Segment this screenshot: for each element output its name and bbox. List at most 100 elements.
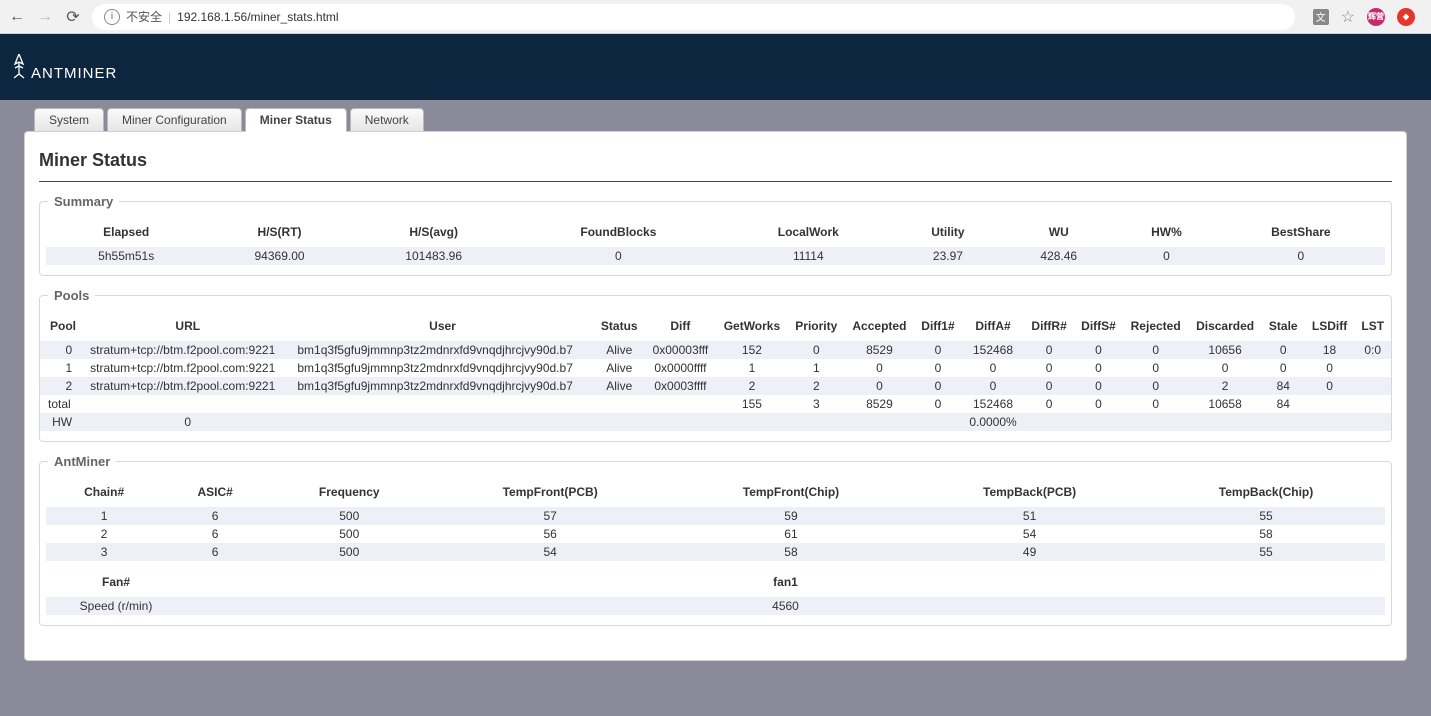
cell-hsrt: 94369.00 xyxy=(206,245,352,265)
cell-lsdiff: 0 xyxy=(1305,359,1355,377)
col-diffA: DiffA# xyxy=(962,315,1024,339)
col-diff1: Diff1# xyxy=(914,315,962,339)
col-accepted: Accepted xyxy=(845,315,914,339)
cell-priority: 1 xyxy=(788,359,845,377)
cell-freq: 500 xyxy=(268,505,430,525)
url-text: 192.168.1.56/miner_stats.html xyxy=(177,10,338,24)
table-row: 2stratum+tcp://btm.f2pool.com:9221bm1q3f… xyxy=(40,377,1391,395)
cell-rejected: 0 xyxy=(1123,339,1188,359)
cell-chain: 1 xyxy=(46,505,162,525)
cell-stale: 0 xyxy=(1262,339,1305,359)
antminer-fans-table: Fan# fan1 Speed (r/min) 4560 xyxy=(46,571,1385,615)
cell xyxy=(788,413,845,431)
cell-tfchip: 61 xyxy=(670,525,912,543)
table-header-row: Elapsed H/S(RT) H/S(avg) FoundBlocks Loc… xyxy=(46,221,1385,245)
cell-found: 0 xyxy=(515,245,722,265)
cell-freq: 500 xyxy=(268,525,430,543)
cell: HW xyxy=(40,413,84,431)
translate-icon[interactable]: 文 xyxy=(1313,9,1329,25)
col-user: User xyxy=(291,315,593,339)
cell-discarded: 2 xyxy=(1188,377,1262,395)
col-status: Status xyxy=(594,315,645,339)
tab-system[interactable]: System xyxy=(34,108,104,132)
cell xyxy=(1354,413,1391,431)
col-tbchip: TempBack(Chip) xyxy=(1147,481,1385,505)
table-header-row: Pool URL User Status Diff GetWorks Prior… xyxy=(40,315,1391,339)
col-lst: LST xyxy=(1354,315,1391,339)
cell-pool: 0 xyxy=(40,339,84,359)
cell-diff1: 0 xyxy=(914,359,962,377)
cell-stale: 0 xyxy=(1262,359,1305,377)
cell-diffA: 0 xyxy=(962,377,1024,395)
tab-miner-status[interactable]: Miner Status xyxy=(245,108,347,132)
cell xyxy=(1305,413,1355,431)
cell xyxy=(716,413,788,431)
col-hsrt: H/S(RT) xyxy=(206,221,352,245)
cell-diffR: 0 xyxy=(1024,339,1074,359)
table-header-row: Fan# fan1 xyxy=(46,571,1385,595)
cell: 0 xyxy=(1024,395,1074,413)
cell-diff: 0x00003fff xyxy=(645,339,716,359)
cell-url: stratum+tcp://btm.f2pool.com:9221 xyxy=(84,359,291,377)
table-row-hw: HW00.0000% xyxy=(40,413,1391,431)
pools-table: Pool URL User Status Diff GetWorks Prior… xyxy=(40,315,1391,431)
cell xyxy=(84,395,291,413)
cell-accepted: 0 xyxy=(845,377,914,395)
cell-asic: 6 xyxy=(162,543,268,561)
col-diff: Diff xyxy=(645,315,716,339)
cell-diffR: 0 xyxy=(1024,377,1074,395)
cell xyxy=(1262,413,1305,431)
tab-row: System Miner Configuration Miner Status … xyxy=(34,108,1431,132)
col-diffR: DiffR# xyxy=(1024,315,1074,339)
col-localwork: LocalWork xyxy=(722,221,894,245)
logo-text: ANTMINER xyxy=(31,65,117,82)
profile-avatar[interactable]: 辉营 xyxy=(1367,8,1385,26)
forward-button[interactable]: → xyxy=(36,8,54,26)
tab-miner-configuration[interactable]: Miner Configuration xyxy=(107,108,242,132)
col-fan: Fan# xyxy=(46,571,186,595)
cell xyxy=(914,413,962,431)
cell-discarded: 10656 xyxy=(1188,339,1262,359)
table-row: 1650057595155 xyxy=(46,505,1385,525)
col-url: URL xyxy=(84,315,291,339)
cell-diffA: 0 xyxy=(962,359,1024,377)
cell-accepted: 8529 xyxy=(845,339,914,359)
insecure-label: 不安全 xyxy=(126,8,162,25)
cell: total xyxy=(40,395,84,413)
address-bar[interactable]: i 不安全 | 192.168.1.56/miner_stats.html xyxy=(92,4,1295,30)
cell xyxy=(1354,395,1391,413)
cell-chain: 3 xyxy=(46,543,162,561)
cell xyxy=(1024,413,1074,431)
col-tbpcb: TempBack(PCB) xyxy=(912,481,1147,505)
cell-status: Alive xyxy=(594,377,645,395)
cell-wu: 428.46 xyxy=(1001,245,1116,265)
cell-elapsed: 5h55m51s xyxy=(46,245,206,265)
cell-utility: 23.97 xyxy=(894,245,1001,265)
col-pool: Pool xyxy=(40,315,84,339)
cell-rejected: 0 xyxy=(1123,377,1188,395)
reload-button[interactable]: ⟳ xyxy=(64,8,82,26)
extension-badge-icon[interactable]: ◆ xyxy=(1397,8,1415,26)
bookmark-star-icon[interactable]: ☆ xyxy=(1341,7,1355,27)
table-row: Speed (r/min) 4560 xyxy=(46,595,1385,615)
cell-freq: 500 xyxy=(268,543,430,561)
cell-tfchip: 58 xyxy=(670,543,912,561)
cell-tbpcb: 54 xyxy=(912,525,1147,543)
page-title: Miner Status xyxy=(39,146,1392,181)
cell-user: bm1q3f5gfu9jmmnp3tz2mdnrxfd9vnqdjhrcjvy9… xyxy=(291,339,593,359)
cell-tbchip: 55 xyxy=(1147,505,1385,525)
cell-diffS: 0 xyxy=(1074,359,1123,377)
browser-toolbar: ← → ⟳ i 不安全 | 192.168.1.56/miner_stats.h… xyxy=(0,0,1431,34)
cell-diff1: 0 xyxy=(914,339,962,359)
cell xyxy=(1123,413,1188,431)
cell-stale: 84 xyxy=(1262,377,1305,395)
back-button[interactable]: ← xyxy=(8,8,26,26)
browser-right-icons: 文 ☆ 辉营 ◆ xyxy=(1305,7,1423,27)
cell-diff: 0x0003ffff xyxy=(645,377,716,395)
tab-network[interactable]: Network xyxy=(350,108,424,132)
cell-tbpcb: 49 xyxy=(912,543,1147,561)
cell: 0 xyxy=(914,395,962,413)
cell: 84 xyxy=(1262,395,1305,413)
cell-getworks: 2 xyxy=(716,377,788,395)
cell-hsavg: 101483.96 xyxy=(353,245,515,265)
